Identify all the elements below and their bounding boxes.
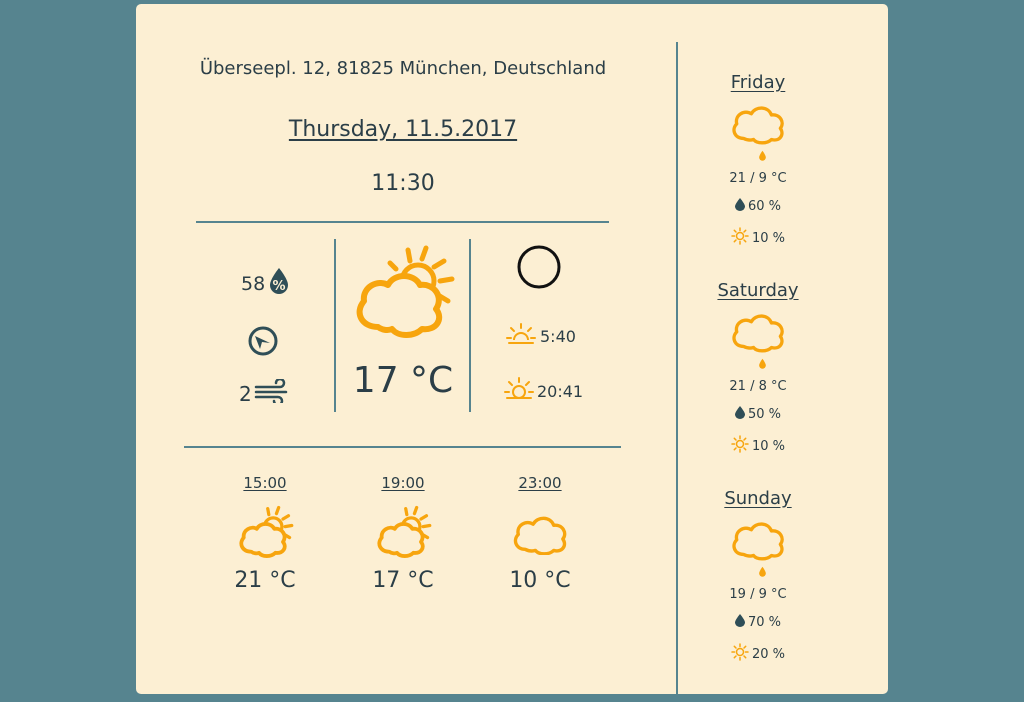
partly-cloudy-icon [358,498,448,564]
hourly-forecast-item: 15:00 21 °C [220,474,310,593]
forecast-day[interactable]: Sunday [696,488,820,509]
location-address: Überseepl. 12, 81825 München, Deutschlan… [199,58,607,79]
forecast-temperature-range: 19 / 9 °C [729,587,787,602]
daily-forecast-item: Friday 21 / 9 °C 60 % 10 % [696,72,820,249]
current-date[interactable]: Thursday, 11.5.2017 [136,117,670,142]
sun-icon [731,435,749,457]
svg-text:%: % [273,279,286,294]
humidity-percent-icon: % [268,267,290,300]
forecast-day[interactable]: Saturday [696,280,820,301]
light-rain-icon [696,303,820,373]
precipitation-value: 70 % [747,615,782,630]
sunset-icon [504,376,534,406]
moon-phase-icon [516,244,562,294]
forecast-temperature: 10 °C [509,568,571,593]
humidity-readout: 58 % [241,267,290,300]
precipitation-readout: 60 % [696,198,820,215]
divider [196,221,609,223]
humidity-value: 58 [241,272,266,295]
sunrise-readout: 5:40 [506,322,576,350]
partly-cloudy-icon [348,239,458,353]
daily-forecast-item: Sunday 19 / 9 °C 70 % 20 % [696,488,820,665]
sun-icon [731,643,749,665]
raindrop-icon [734,614,745,631]
precipitation-value: 60 % [747,199,782,214]
daily-forecast-item: Saturday 21 / 8 °C 50 % 10 % [696,280,820,457]
sunshine-value: 20 % [751,646,786,662]
sunset-time: 20:41 [537,381,584,401]
sunrise-icon [506,322,536,350]
sunshine-readout: 20 % [696,643,820,665]
precipitation-readout: 70 % [696,614,820,631]
current-temperature: 17 °C [352,360,454,401]
compass-icon [247,325,279,361]
divider [469,239,471,412]
sunrise-time: 5:40 [540,326,576,346]
wind-speed: 2 [239,381,252,406]
light-rain-icon [696,511,820,581]
sunshine-readout: 10 % [696,227,820,249]
forecast-hour[interactable]: 15:00 [220,474,310,492]
precipitation-value: 50 % [747,407,782,422]
sunshine-value: 10 % [751,438,786,454]
wind-readout: 2 [239,377,292,408]
light-rain-icon [696,95,820,165]
precipitation-readout: 50 % [696,406,820,423]
partly-cloudy-icon [220,498,310,564]
forecast-hour[interactable]: 23:00 [495,474,585,492]
forecast-temperature: 21 °C [234,568,296,593]
current-time: 11:30 [371,171,435,196]
hourly-forecast-item: 23:00 10 °C [495,474,585,593]
forecast-hour[interactable]: 19:00 [358,474,448,492]
divider [184,446,621,448]
sun-icon [731,227,749,249]
forecast-temperature-range: 21 / 8 °C [729,379,787,394]
raindrop-icon [734,198,745,215]
forecast-temperature: 17 °C [372,568,434,593]
forecast-day[interactable]: Friday [696,72,820,93]
wind-icon [254,377,292,408]
cloudy-icon [495,498,585,564]
raindrop-icon [734,406,745,423]
divider [676,42,678,702]
divider [334,239,336,412]
hourly-forecast-item: 19:00 17 °C [358,474,448,593]
sunset-readout: 20:41 [504,376,583,406]
forecast-temperature-range: 21 / 9 °C [729,171,787,186]
sunshine-value: 10 % [751,230,786,246]
sunshine-readout: 10 % [696,435,820,457]
weather-card: Überseepl. 12, 81825 München, Deutschlan… [136,4,888,702]
